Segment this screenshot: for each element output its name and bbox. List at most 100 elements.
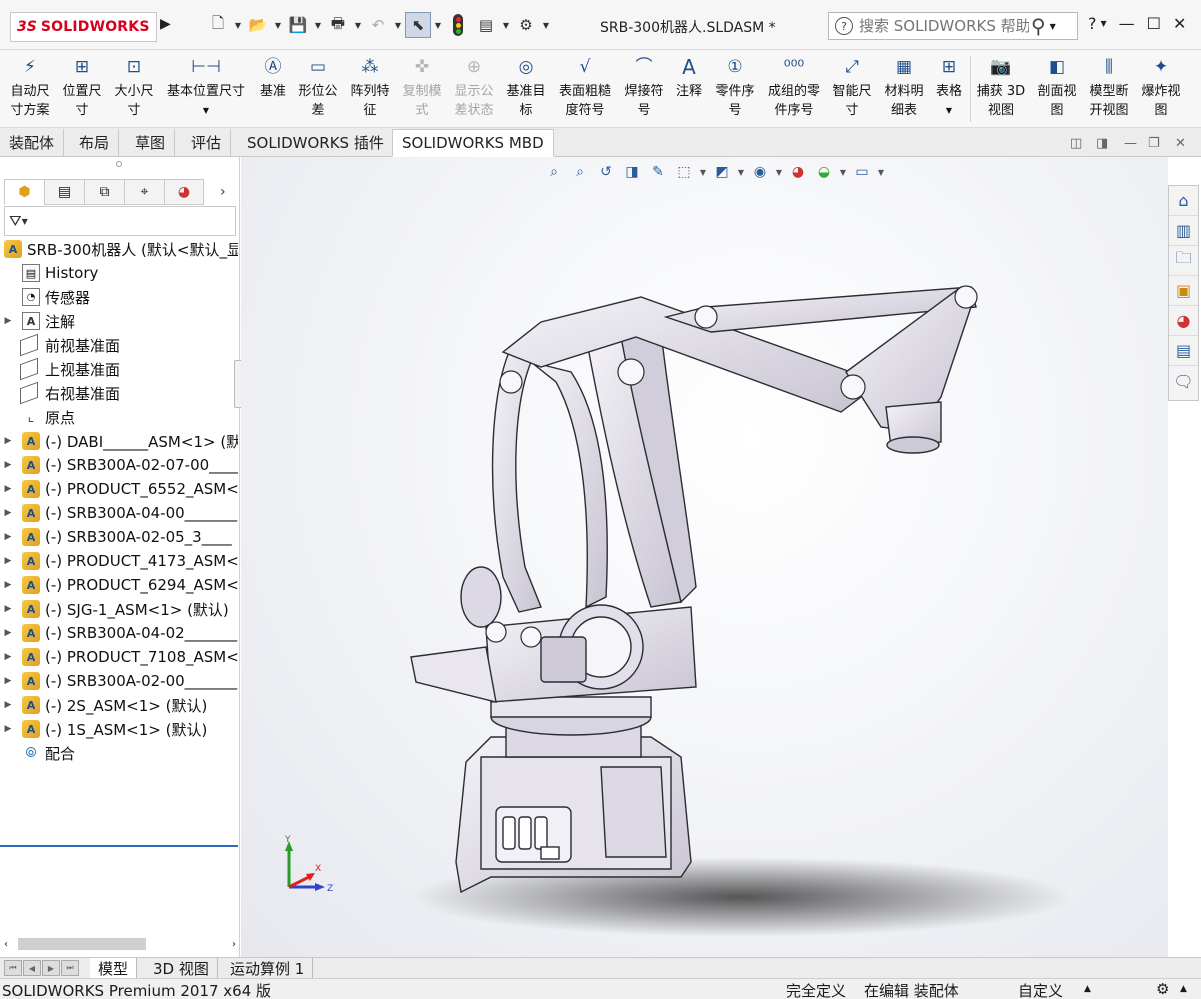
datum-target-button[interactable]: ◎ 基准目标 [500,52,552,124]
custom-properties-icon[interactable]: ▤ [1169,336,1198,366]
tree-item-component[interactable]: ▶ A (-) PRODUCT_4173_ASM< [0,549,238,573]
open-document-icon[interactable]: 📂 [245,12,271,38]
tree-item-component[interactable]: ▶ A (-) PRODUCT_7108_ASM< [0,645,238,669]
expand-arrow-icon[interactable]: ▶ [0,580,16,590]
rebuild-traffic-light-icon[interactable] [445,12,471,38]
scrollbar-thumb[interactable] [18,938,146,950]
expand-arrow-icon[interactable]: ▶ [0,436,16,446]
tree-item-component[interactable]: ▶ A (-) SRB300A-04-00_______ [0,501,238,525]
configurationmanager-icon[interactable]: ⧉ [84,179,124,205]
forum-icon[interactable]: 🗨 [1169,366,1198,396]
expand-arrow-icon[interactable]: ▶ [0,676,16,686]
table-button[interactable]: ⊞ 表格 ▼ [932,52,966,124]
home-icon[interactable]: ⌂ [1169,186,1198,216]
scroll-right-icon[interactable]: › [232,939,236,950]
tree-item-component[interactable]: ▶ A (-) DABI______ASM<1> (默 [0,429,238,453]
dimxpert-icon[interactable]: ⌖ [124,179,164,205]
expand-arrow-icon[interactable]: ▶ [0,316,16,326]
break-view-button[interactable]: ⫼ 模型断 开视图 [1084,52,1134,124]
tree-item-top-plane[interactable]: 上视基准面 [0,357,238,381]
geometric-tolerance-button[interactable]: ▭ 形位公差 [294,52,342,124]
balloon-button[interactable]: ① 零件序号 [710,52,760,124]
rebuild-status-icon[interactable]: ⚙ [1156,980,1169,998]
select-dropdown-icon[interactable]: ▼ [433,12,443,38]
expand-arrow-icon[interactable]: ▶ [0,724,16,734]
tab-motion-study[interactable]: 运动算例 1 [222,958,314,978]
next-tab-icon[interactable]: ▶ [42,960,60,976]
print-dropdown-icon[interactable]: ▼ [353,12,363,38]
tree-item-component[interactable]: ▶ A (-) SRB300A-02-05_3____ [0,525,238,549]
new-dropdown-icon[interactable]: ▼ [233,12,243,38]
tree-item-history[interactable]: ▤ History [0,261,238,285]
appearances-icon[interactable]: ◕ [1169,306,1198,336]
capture-3d-view-button[interactable]: 📷 捕获 3D 视图 [974,52,1028,124]
expand-arrow-icon[interactable]: ▶ [0,508,16,518]
weld-symbol-button[interactable]: ⌒ 焊接符号 [620,52,668,124]
undo-icon[interactable]: ↶ [365,12,391,38]
expand-arrow-icon[interactable]: ▶ [0,556,16,566]
graphics-area[interactable]: ⌕ ⌕ ↺ ◨ ✎ ⬚ ▼ ◩ ▼ ◉ ▼ ◕ ◒ ▼ ▭ ▼ Y X Z [241,157,1168,957]
help-search-input[interactable] [859,17,1029,35]
tree-horizontal-scrollbar[interactable]: ‹ › [4,936,236,952]
robot-model-render[interactable] [241,157,1168,957]
undo-dropdown-icon[interactable]: ▼ [393,12,403,38]
options-dropdown-icon[interactable]: ▼ [541,12,551,38]
first-tab-icon[interactable]: ⏮ [4,960,22,976]
close-icon[interactable]: ✕ [1173,14,1186,33]
explode-view-button[interactable]: ✦ 爆炸视图 [1136,52,1186,124]
tree-item-sensors[interactable]: ◔ 传感器 [0,285,238,309]
pattern-feature-button[interactable]: ⁂ 阵列特征 [344,52,396,124]
solidworks-logo[interactable]: 3S SOLIDWORKS [10,12,157,42]
last-tab-icon[interactable]: ⏭ [61,960,79,976]
view-prev-icon[interactable]: ◫ [1070,136,1082,151]
filter-dropdown-icon[interactable]: ▼ [22,217,28,226]
copy-scheme-button[interactable]: ✜ 复制模式 [396,52,448,124]
tree-item-front-plane[interactable]: 前视基准面 [0,333,238,357]
view-palette-icon[interactable]: ▣ [1169,276,1198,306]
status-dropdown-icon[interactable]: ▲ [1180,984,1187,994]
surface-finish-button[interactable]: √ 表面粗糙 度符号 [552,52,618,124]
tree-item-mates[interactable]: ⦾ 配合 [0,741,238,765]
view-next-icon[interactable]: ◨ [1096,136,1108,151]
expand-arrow-icon[interactable]: ▶ [0,604,16,614]
help-menu-button[interactable]: ? [1088,14,1097,33]
datum-button[interactable]: Ⓐ 基准 [254,52,292,124]
maximize-icon[interactable]: ☐ [1147,14,1161,33]
basic-location-dropdown-icon[interactable]: ▼ [203,101,209,120]
design-library-icon[interactable]: ▥ [1169,216,1198,246]
tree-root-assembly[interactable]: A SRB-300机器人 (默认<默认_显 [0,237,238,261]
show-tolerance-status-button[interactable]: ⊕ 显示公 差状态 [448,52,500,124]
bom-button[interactable]: ▦ 材料明 细表 [878,52,930,124]
expand-arrow-icon[interactable]: ▶ [0,484,16,494]
tree-item-annotations[interactable]: ▶ A 注解 [0,309,238,333]
save-dropdown-icon[interactable]: ▼ [313,12,323,38]
search-dropdown-icon[interactable]: ▼ [1050,22,1056,31]
tree-rollback-bar[interactable] [0,845,238,847]
expand-arrow-icon[interactable]: ▶ [0,628,16,638]
save-icon[interactable]: 💾 [285,12,311,38]
doc-minimize-icon[interactable]: — [1124,136,1137,151]
panel-grip[interactable] [116,161,122,167]
new-document-icon[interactable]: 🗋 [205,12,231,38]
basic-location-dimension-button[interactable]: ⊢⊣ 基本位置尺寸 ▼ [160,52,252,124]
display-manager-icon[interactable]: ◕ [164,179,204,205]
tree-item-component[interactable]: ▶ A (-) 2S_ASM<1> (默认) [0,693,238,717]
tree-item-component[interactable]: ▶ A (-) SRB300A-02-07-00____ [0,453,238,477]
menu-expand-arrow-icon[interactable]: ▶ [160,16,171,32]
tree-item-component[interactable]: ▶ A (-) PRODUCT_6294_ASM< [0,573,238,597]
auto-dimension-button[interactable]: ⚡ 自动尺 寸方案 [4,52,56,124]
location-dimension-button[interactable]: ⊞ 位置尺寸 [56,52,108,124]
search-icon[interactable]: ⚲ [1031,14,1046,38]
tab-model[interactable]: 模型 [90,958,138,978]
open-dropdown-icon[interactable]: ▼ [273,12,283,38]
panel-next-icon[interactable]: › [220,184,226,200]
expand-arrow-icon[interactable]: ▶ [0,700,16,710]
print-icon[interactable]: 🖶 [325,12,351,38]
options-gear-icon[interactable]: ⚙ [513,12,539,38]
tab-sketch[interactable]: 草图 [126,129,176,156]
tab-3d-views[interactable]: 3D 视图 [145,958,218,978]
table-dropdown-icon[interactable]: ▼ [946,101,952,120]
properties-dropdown-icon[interactable]: ▼ [501,12,511,38]
tree-item-origin[interactable]: ⌞ 原点 [0,405,238,429]
tab-layout[interactable]: 布局 [70,129,120,156]
